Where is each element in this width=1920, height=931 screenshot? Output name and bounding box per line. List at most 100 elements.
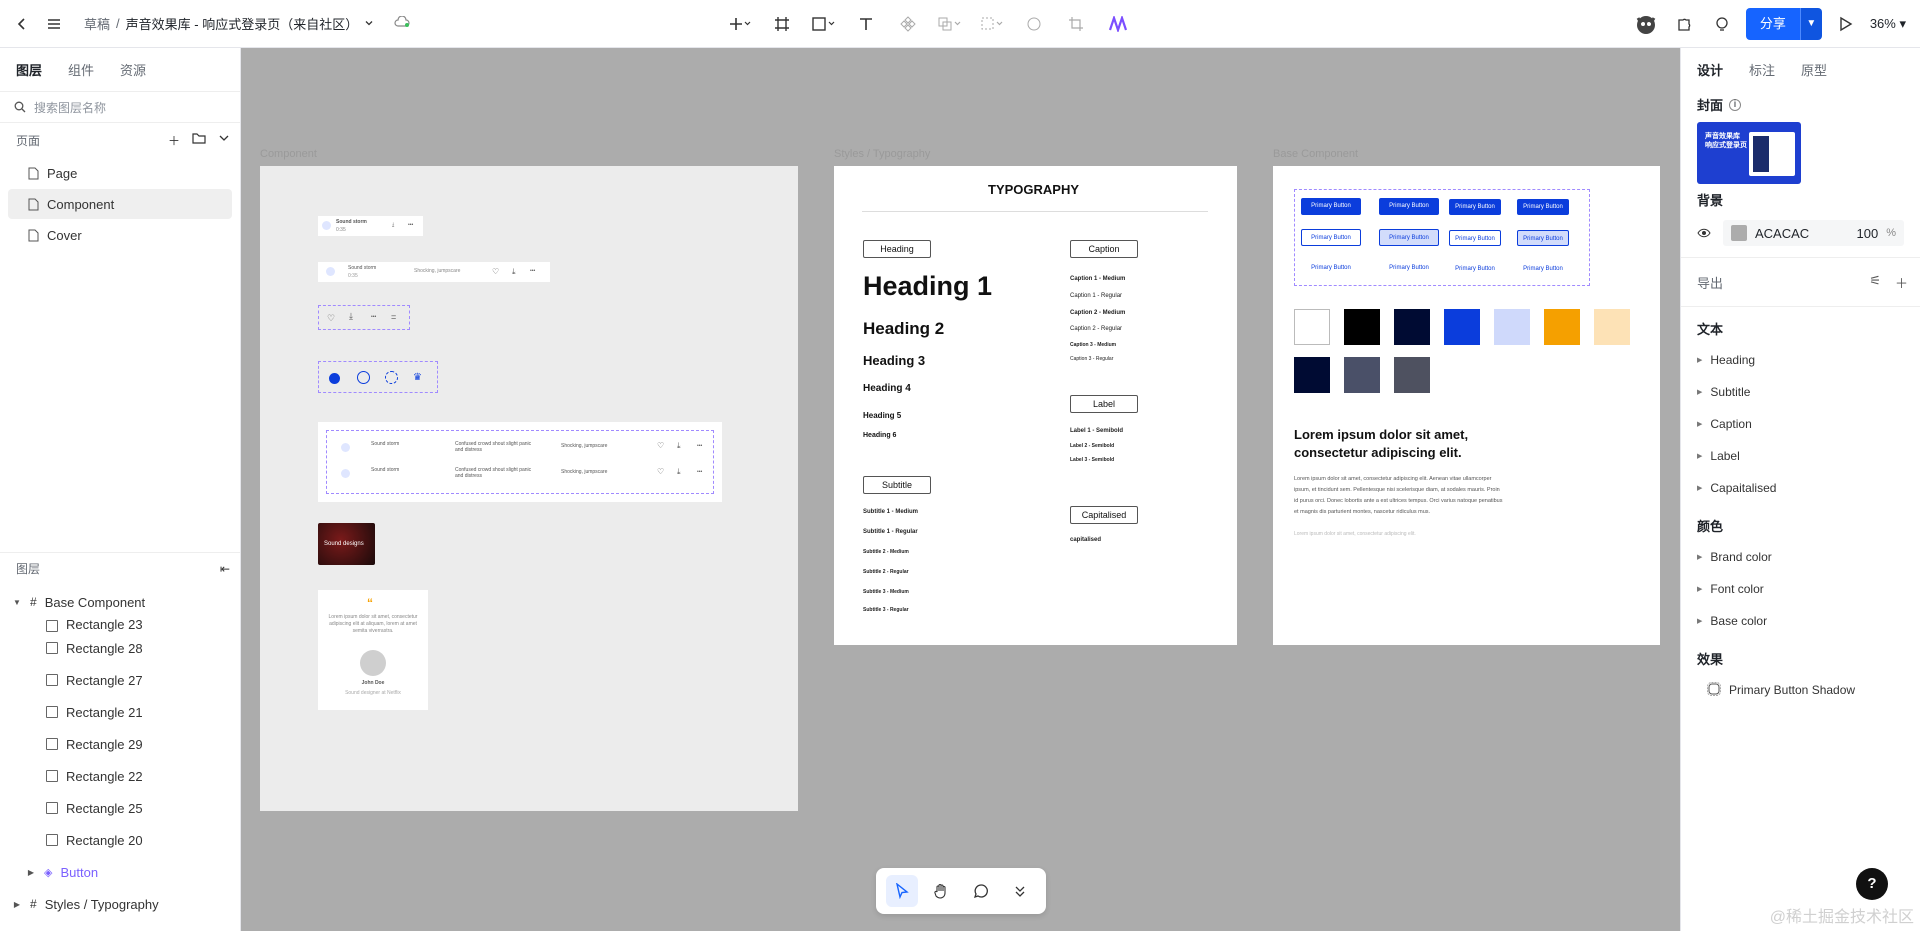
circle-icon[interactable] [1020, 10, 1048, 38]
comment-tool-icon[interactable] [965, 875, 997, 907]
color-style-font[interactable]: ▶ Font color [1681, 573, 1920, 605]
text-style-caption[interactable]: ▶ Caption [1681, 408, 1920, 440]
chevron-down-icon[interactable] [364, 16, 374, 31]
frame-label-component[interactable]: Component [260, 148, 317, 160]
layer-rectangle-21[interactable]: Rectangle 21 [0, 696, 240, 728]
tab-layers[interactable]: 图层 [16, 60, 42, 79]
layer-button[interactable]: ▶ ◈ Button [0, 856, 240, 888]
expand-icon[interactable]: ▼ [12, 598, 22, 607]
track-title: Sound storm [371, 441, 400, 447]
pages-header: 页面 ＋ [0, 123, 240, 157]
add-export-icon[interactable]: ＋ [1895, 273, 1908, 292]
tab-annotate[interactable]: 标注 [1749, 60, 1775, 79]
plugin-icon[interactable] [1670, 10, 1698, 38]
page-item-label: Page [47, 165, 78, 181]
back-icon[interactable] [8, 10, 36, 38]
zoom-value[interactable]: 36% [1870, 16, 1896, 31]
expand-icon[interactable]: ▶ [26, 868, 36, 877]
download-icon: ⤓ [677, 467, 681, 476]
add-page-icon[interactable]: ＋ [168, 132, 180, 149]
component-frame[interactable]: Sound storm 0:35 ⤓ ••• Sound storm 0:35 … [260, 166, 798, 811]
play-icon[interactable] [1832, 10, 1860, 38]
text-button-sample: Primary Button [1523, 266, 1563, 272]
move-tool-icon[interactable] [885, 875, 918, 907]
help-button[interactable]: ? [1856, 868, 1888, 900]
text-style-subtitle[interactable]: ▶ Subtitle [1681, 376, 1920, 408]
layer-rectangle-23[interactable]: Rectangle 23 [0, 612, 240, 632]
caption-sample: Caption 3 - Regular [1070, 356, 1114, 362]
frame-tool-icon[interactable] [768, 10, 796, 38]
layer-rectangle-27[interactable]: Rectangle 27 [0, 664, 240, 696]
text-tool-icon[interactable] [852, 10, 880, 38]
info-icon[interactable]: i [1729, 98, 1742, 111]
rectangle-tool-icon[interactable] [810, 10, 838, 38]
eye-icon[interactable] [1697, 226, 1711, 241]
more-tools-icon[interactable] [1004, 875, 1036, 907]
ai-plugin-icon[interactable] [1104, 10, 1132, 38]
hand-tool-icon[interactable] [925, 875, 957, 907]
expand-icon[interactable]: ▶ [12, 900, 22, 909]
breadcrumb-root[interactable]: 草稿 [84, 14, 110, 33]
layer-rectangle-29[interactable]: Rectangle 29 [0, 728, 240, 760]
frame-label-base-component[interactable]: Base Component [1273, 148, 1358, 160]
typography-frame[interactable]: TYPOGRAPHY Heading Heading 1 Heading 2 H… [834, 166, 1237, 645]
background-hex[interactable]: ACACAC [1755, 226, 1849, 241]
cover-preview-image [1749, 132, 1795, 176]
subtitle-sample: Subtitle 2 - Medium [863, 549, 909, 555]
share-dropdown-icon[interactable]: ▼ [1799, 8, 1822, 40]
avatar[interactable] [1632, 10, 1660, 38]
layer-rectangle-28[interactable]: Rectangle 28 [0, 632, 240, 664]
hint-icon[interactable] [1708, 10, 1736, 38]
subtitle-sample: Subtitle 2 - Regular [863, 569, 909, 575]
background-swatch[interactable] [1731, 225, 1747, 241]
cover-thumbnail[interactable]: 声音效果库 响应式登录页 [1697, 122, 1801, 184]
color-style-base[interactable]: ▶ Base color [1681, 605, 1920, 637]
background-color-field[interactable]: ACACAC 100 % [1723, 220, 1904, 246]
cover-section-title: 封面 i [1681, 91, 1920, 114]
layer-rectangle-25[interactable]: Rectangle 25 [0, 792, 240, 824]
layer-label: Rectangle 23 [66, 617, 143, 632]
settings-sliders-icon[interactable]: ⚟ [1869, 273, 1881, 292]
frame-label-typography[interactable]: Styles / Typography [834, 148, 930, 160]
crop-icon[interactable] [1062, 10, 1090, 38]
search-placeholder[interactable]: 搜索图层名称 [34, 99, 106, 116]
base-component-frame[interactable]: Primary Button Primary Button Primary Bu… [1273, 166, 1660, 645]
rectangle-icon [46, 802, 58, 814]
collapse-all-icon[interactable]: ⇤ [220, 562, 230, 576]
page-item-page[interactable]: Page [8, 158, 232, 188]
component-icon[interactable] [894, 10, 922, 38]
tab-components[interactable]: 组件 [68, 60, 94, 79]
color-style-brand[interactable]: ▶ Brand color [1681, 541, 1920, 573]
mask-icon[interactable] [978, 10, 1006, 38]
share-button[interactable]: 分享 ▼ [1745, 8, 1822, 40]
zoom-level[interactable]: 36% ▾ [1870, 16, 1906, 32]
text-style-capitalised[interactable]: ▶ Capaitalised [1681, 472, 1920, 504]
tab-assets[interactable]: 资源 [120, 60, 146, 79]
share-label[interactable]: 分享 [1745, 8, 1800, 40]
divider [1681, 306, 1920, 307]
layer-rectangle-22[interactable]: Rectangle 22 [0, 760, 240, 792]
text-style-label[interactable]: ▶ Label [1681, 440, 1920, 472]
page-item-cover[interactable]: Cover [8, 220, 232, 250]
canvas[interactable]: Component Sound storm 0:35 ⤓ ••• Sound s… [241, 48, 1680, 931]
add-icon[interactable] [726, 10, 754, 38]
layer-styles-typography[interactable]: ▶ # Styles / Typography [0, 888, 240, 920]
menu-icon[interactable] [40, 10, 68, 38]
layer-search[interactable]: 搜索图层名称 [0, 91, 240, 123]
file-name[interactable]: 声音效果库 - 响应式登录页（来自社区） [126, 14, 359, 33]
tab-design[interactable]: 设计 [1697, 60, 1723, 79]
folder-icon[interactable] [192, 132, 206, 149]
background-opacity[interactable]: 100 [1857, 226, 1879, 241]
tab-prototype[interactable]: 原型 [1801, 60, 1827, 79]
collapse-pages-icon[interactable] [218, 132, 230, 149]
page-item-component[interactable]: Component [8, 189, 232, 219]
subtitle-sample: Subtitle 3 - Medium [863, 589, 909, 595]
track-row: Sound storm 0:35 Shocking, jumpscare ♡ ⤓… [318, 262, 550, 282]
effect-style-item[interactable]: Primary Button Shadow [1681, 674, 1920, 706]
lorem-body: Lorem ipsum dolor sit amet, consectetur … [1294, 476, 1503, 515]
layer-rectangle-20[interactable]: Rectangle 20 [0, 824, 240, 856]
text-style-heading[interactable]: ▶ Heading [1681, 344, 1920, 376]
color-swatch [1344, 309, 1380, 345]
boolean-icon[interactable] [936, 10, 964, 38]
subtitle-sample: Subtitle 1 - Medium [863, 509, 919, 515]
